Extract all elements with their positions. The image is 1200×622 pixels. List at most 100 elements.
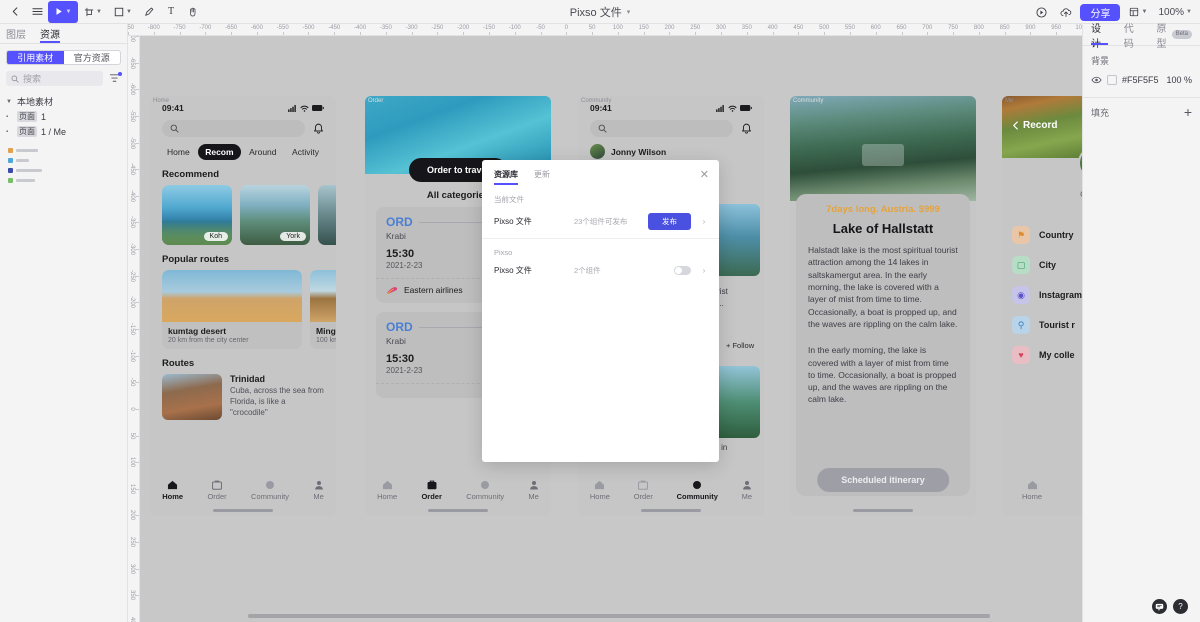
tabbar-item-home[interactable]: Home [162, 480, 183, 501]
tabbar-item-community[interactable]: Community [466, 480, 504, 501]
hand-tool[interactable] [182, 1, 204, 23]
frame-tool[interactable]: ▼ [78, 1, 108, 23]
segment-referenced-assets[interactable]: 引用素材 [7, 51, 64, 64]
document-title-caret[interactable]: ▾ [627, 8, 631, 16]
text-tool[interactable]: T [160, 1, 182, 23]
pen-tool[interactable] [138, 1, 160, 23]
bell-icon[interactable] [741, 123, 752, 135]
move-tool[interactable]: ▼ [48, 0, 78, 23]
route-list-item[interactable]: Trinidad Cuba, across the sea from Flori… [150, 374, 336, 420]
asset-thumb-item[interactable] [8, 145, 127, 155]
search-input[interactable]: 搜索 [6, 71, 103, 86]
chevron-down-icon[interactable]: ▼ [6, 99, 13, 105]
frame-label[interactable]: Community [793, 98, 823, 104]
ruler-tick-label: -650 [129, 56, 135, 69]
tab-assets[interactable]: 资源 [40, 24, 60, 43]
dialog-row-current-file[interactable]: Pixso 文件 23个组件可发布 发布 › [482, 205, 719, 238]
chevron-right-icon[interactable]: › [699, 217, 709, 226]
chat-icon[interactable] [1152, 599, 1167, 614]
tabbar-item-me[interactable]: Me [313, 480, 324, 501]
me-all-label[interactable]: All [1002, 158, 1082, 181]
ruler-tick-mark [136, 275, 139, 277]
follow-button[interactable]: + Follow [726, 341, 754, 350]
popular-route-card[interactable]: Mingsha M 100 km from [310, 270, 336, 349]
frame-detail[interactable]: 7days long. Austria. $999 Lake of Hallst… [790, 96, 976, 516]
zoom-control[interactable]: 100% ▼ [1156, 7, 1194, 18]
frame-label[interactable]: Community [581, 98, 611, 104]
tree-node-page-1-me[interactable]: ▪ 页面 1 / Me [0, 124, 127, 139]
tab-layers[interactable]: 图层 [6, 24, 26, 43]
tab-activity[interactable]: Activity [285, 144, 326, 160]
cloud-upload-icon[interactable] [1055, 1, 1077, 23]
publish-button[interactable]: 发布 [648, 213, 691, 230]
tabbar-item-home[interactable]: Home [377, 480, 397, 501]
frame-label[interactable]: Me [1005, 98, 1013, 104]
plus-icon[interactable]: + [1184, 105, 1192, 119]
recommend-card[interactable]: Koh [162, 185, 232, 245]
search-input[interactable] [162, 120, 305, 137]
dialog-tab-updates[interactable]: 更新 [534, 169, 550, 185]
enable-toggle[interactable] [674, 266, 691, 275]
vertical-ruler[interactable]: -700 -650 -600 -550 -500 -450 -400 -350 -300 -250… [128, 36, 140, 622]
segment-official-assets[interactable]: 官方资源 [64, 51, 121, 64]
scheduled-itinerary-button[interactable]: Scheduled itinerary [817, 468, 949, 492]
horizontal-ruler[interactable]: -850-800-750-700-650-600-550-500-450-400… [128, 24, 1082, 36]
horizontal-scrollbar[interactable] [248, 614, 990, 618]
tabbar-item-me[interactable]: Me [742, 480, 752, 501]
tabbar-item-order[interactable]: Order [634, 480, 653, 501]
avatar[interactable] [590, 144, 605, 159]
back-button[interactable] [4, 1, 26, 23]
background-opacity-value[interactable]: 100 % [1166, 75, 1192, 85]
main-menu-button[interactable] [26, 1, 48, 23]
tabbar-item-order[interactable]: Order [207, 480, 227, 501]
background-hex-value[interactable]: #F5F5F5 [1122, 75, 1161, 85]
frame-label[interactable]: Home [153, 98, 169, 104]
tab-code[interactable]: 代码 [1124, 24, 1141, 50]
frame-label[interactable]: Order [368, 98, 383, 104]
me-menu-item-tourist[interactable]: ⚲ Tourist r [1002, 310, 1082, 340]
tab-prototype[interactable]: 原型 Beta [1157, 24, 1193, 50]
bell-icon[interactable] [313, 123, 324, 135]
dialog-row-pixso-file[interactable]: Pixso 文件 2个组件 › [482, 257, 719, 284]
dialog-row-meta: 2个组件 [574, 266, 601, 275]
search-input[interactable] [590, 120, 733, 137]
tree-node-page-1[interactable]: ▪ 页面 1 [0, 109, 127, 124]
tabbar-item-community[interactable]: Community [677, 480, 718, 501]
close-icon[interactable]: ✕ [700, 168, 709, 181]
background-color-swatch[interactable] [1107, 75, 1117, 85]
ruler-tick-label: 650 [896, 25, 907, 31]
eye-icon[interactable] [1091, 76, 1102, 84]
tab-around[interactable]: Around [242, 144, 283, 160]
help-icon[interactable]: ? [1173, 599, 1188, 614]
ruler-tick-mark [669, 32, 671, 35]
floating-action-buttons: ? [1152, 599, 1188, 614]
me-menu-item-collection[interactable]: ♥ My colle [1002, 340, 1082, 370]
tabbar-item-community[interactable]: Community [251, 480, 289, 501]
me-menu-item-city[interactable]: ▢ City [1002, 250, 1082, 280]
back-button[interactable]: Record [1012, 120, 1057, 131]
tab-recom[interactable]: Recom [198, 144, 241, 160]
dialog-tab-library[interactable]: 资源库 [494, 169, 518, 185]
tabbar-item-home[interactable]: Home [590, 480, 610, 501]
shape-tool[interactable]: ▼ [108, 1, 138, 23]
asset-thumb-item[interactable] [8, 155, 127, 165]
asset-thumb-item[interactable] [8, 165, 127, 175]
popular-route-card[interactable]: kumtag desert 20 km from the city center [162, 270, 302, 349]
tab-design[interactable]: 设计 [1091, 24, 1108, 50]
tabbar-item-home[interactable]: Home [1022, 480, 1042, 501]
play-circle-icon[interactable] [1030, 1, 1052, 23]
share-button[interactable]: 分享 [1080, 3, 1121, 21]
tab-home[interactable]: Home [160, 144, 197, 160]
filter-icon[interactable] [107, 71, 122, 86]
frame-me[interactable]: Record All Country 8 ⚑ Country ▢ City ◉ … [1002, 96, 1082, 516]
tree-node-local-assets[interactable]: ▼ 本地素材 [0, 94, 127, 109]
recommend-card[interactable]: York [318, 185, 336, 245]
tabbar-item-me[interactable]: Me [528, 480, 539, 501]
recommend-card[interactable]: York [240, 185, 310, 245]
me-menu-item-instagram[interactable]: ◉ Instagram [1002, 280, 1082, 310]
tabbar-item-order[interactable]: Order [421, 480, 442, 501]
frame-home[interactable]: 09:41 Home Recom Around Activity Recomme… [150, 96, 336, 516]
chevron-right-icon[interactable]: › [699, 266, 709, 275]
asset-thumb-item[interactable] [8, 175, 127, 185]
me-menu-item-country[interactable]: ⚑ Country [1002, 220, 1082, 250]
